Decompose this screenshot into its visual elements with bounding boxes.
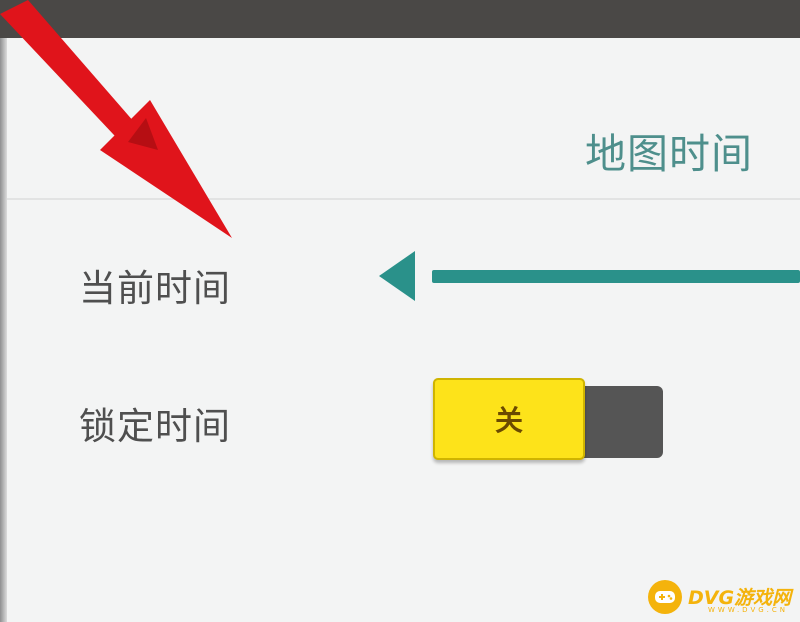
- current-time-label: 当前时间: [79, 267, 231, 310]
- panel-title: 地图时间: [585, 130, 753, 178]
- red-annotation-arrow-icon: [0, 0, 232, 238]
- toggle-state-label: 关: [494, 404, 523, 437]
- toggle-knob[interactable]: 关: [433, 378, 585, 460]
- watermark: DVG游戏网 WWW.DVG.CN: [648, 578, 798, 618]
- slider-decrease-arrow-icon[interactable]: [379, 251, 415, 301]
- lock-time-label: 锁定时间: [79, 405, 231, 448]
- current-time-slider-track[interactable]: [432, 270, 800, 283]
- lock-time-toggle[interactable]: 关: [433, 378, 667, 460]
- watermark-url: WWW.DVG.CN: [708, 606, 789, 614]
- gamepad-icon: [648, 580, 682, 614]
